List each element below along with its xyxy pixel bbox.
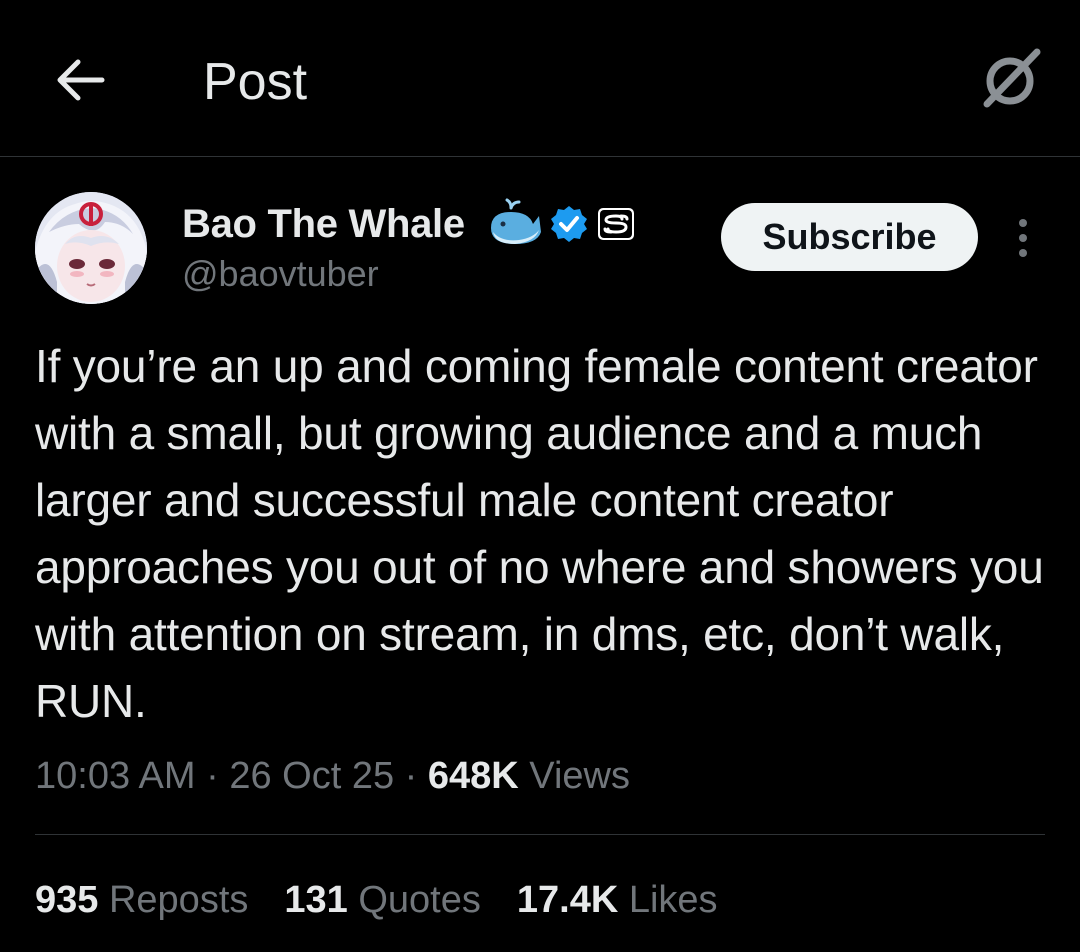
quotes-stat[interactable]: 131 Quotes <box>284 874 481 926</box>
quotes-label: Quotes <box>358 879 481 921</box>
subscribe-button[interactable]: Subscribe <box>721 203 978 271</box>
author-handle[interactable]: @baovtuber <box>182 252 379 296</box>
divider <box>35 834 1045 835</box>
views-label: Views <box>529 755 630 797</box>
likes-stat[interactable]: 17.4K Likes <box>517 874 718 926</box>
post-time: 10:03 AM <box>35 755 196 797</box>
reposts-stat[interactable]: 935 Reposts <box>35 874 248 926</box>
whale-icon <box>491 198 541 244</box>
avatar-image <box>35 192 147 304</box>
quotes-count: 131 <box>284 879 348 921</box>
author-name[interactable]: Bao The Whale <box>182 200 465 248</box>
arrow-left-icon[interactable] <box>52 52 108 108</box>
views-count: 648K <box>427 755 519 797</box>
separator: · <box>206 755 219 797</box>
grok-icon[interactable] <box>975 44 1045 114</box>
reposts-count: 935 <box>35 879 99 921</box>
post-date: 26 Oct 25 <box>229 755 395 797</box>
verified-badge-icon[interactable] <box>550 205 588 243</box>
post-text: If you’re an up and coming female conten… <box>35 340 1044 727</box>
post-meta: 10:03 AM · 26 Oct 25 · 648K Views <box>35 750 630 802</box>
separator: · <box>404 755 418 797</box>
reposts-label: Reposts <box>108 879 249 921</box>
page-title: Post <box>203 53 308 111</box>
engagement-stats: 935 Reposts 131 Quotes 17.4K Likes <box>35 874 754 926</box>
more-vertical-icon[interactable] <box>1008 216 1038 260</box>
ss-badge-icon[interactable] <box>597 207 635 241</box>
likes-count: 17.4K <box>516 879 619 921</box>
top-bar: Post <box>0 0 1080 157</box>
avatar[interactable] <box>35 192 147 304</box>
likes-label: Likes <box>628 879 718 921</box>
